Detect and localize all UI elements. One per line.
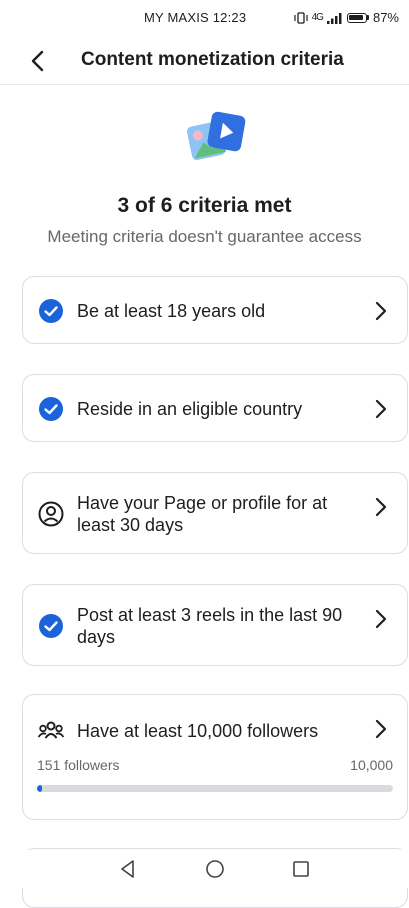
followers-progress-bar: [37, 785, 393, 792]
followers-target: 10,000: [350, 757, 393, 773]
chevron-right-icon: [375, 399, 387, 419]
criterion-label: Reside in an eligible country: [77, 399, 303, 419]
followers-current: 151 followers: [37, 757, 120, 773]
network-type: 4G: [311, 12, 324, 23]
criterion-card-profile-age[interactable]: Have your Page or profile for at least 3…: [22, 472, 408, 554]
system-nav-bar: [0, 850, 409, 888]
followers-progress-fill: [37, 785, 43, 792]
media-illustration-icon: [183, 110, 249, 166]
chevron-left-icon: [31, 50, 44, 72]
check-circle-icon: [39, 614, 63, 638]
circle-home-icon[interactable]: [204, 858, 226, 880]
criterion-label: Have your Page or profile for at least 3…: [77, 493, 328, 535]
triangle-back-icon[interactable]: [117, 858, 139, 880]
status-icons: 4G 87%: [294, 10, 399, 25]
criterion-card-followers[interactable]: Have at least 10,000 followers 151 follo…: [22, 694, 408, 820]
status-bar: MY MAXIS 12:23 4G 87%: [0, 0, 409, 36]
vibrate-icon: [294, 11, 308, 24]
chevron-right-icon: [375, 609, 387, 629]
criteria-count: 3 of 6 criteria met: [117, 194, 292, 217]
status-carrier-time: MY MAXIS 12:23: [144, 10, 246, 25]
signal-icon: [326, 12, 342, 24]
people-icon: [37, 721, 65, 739]
criterion-label: Be at least 18 years old: [77, 301, 266, 321]
chevron-right-icon: [375, 301, 387, 321]
square-recents-icon[interactable]: [290, 858, 312, 880]
criterion-card-reels[interactable]: Post at least 3 reels in the last 90 day…: [22, 584, 408, 666]
chevron-right-icon: [375, 719, 387, 739]
criterion-label: Post at least 3 reels in the last 90 day…: [77, 605, 343, 647]
battery-tip: [366, 15, 369, 20]
battery-percent: 87%: [372, 10, 399, 25]
page-title: Content monetization criteria: [81, 49, 344, 70]
criterion-card-age[interactable]: Be at least 18 years old: [22, 276, 408, 344]
back-button[interactable]: [24, 47, 52, 75]
top-app-bar: Content monetization criteria: [0, 36, 409, 85]
carrier-name: MY MAXIS: [144, 10, 209, 25]
criterion-card-country[interactable]: Reside in an eligible country: [22, 374, 408, 442]
criterion-label: Have at least 10,000 followers: [77, 721, 319, 741]
criteria-disclaimer: Meeting criteria doesn't guarantee acces…: [47, 227, 362, 246]
check-circle-icon: [39, 299, 63, 323]
profile-circle-icon: [38, 501, 64, 527]
check-circle-icon: [39, 397, 63, 421]
status-time: 12:23: [212, 10, 247, 25]
battery-icon: [346, 12, 367, 23]
chevron-right-icon: [375, 497, 387, 517]
